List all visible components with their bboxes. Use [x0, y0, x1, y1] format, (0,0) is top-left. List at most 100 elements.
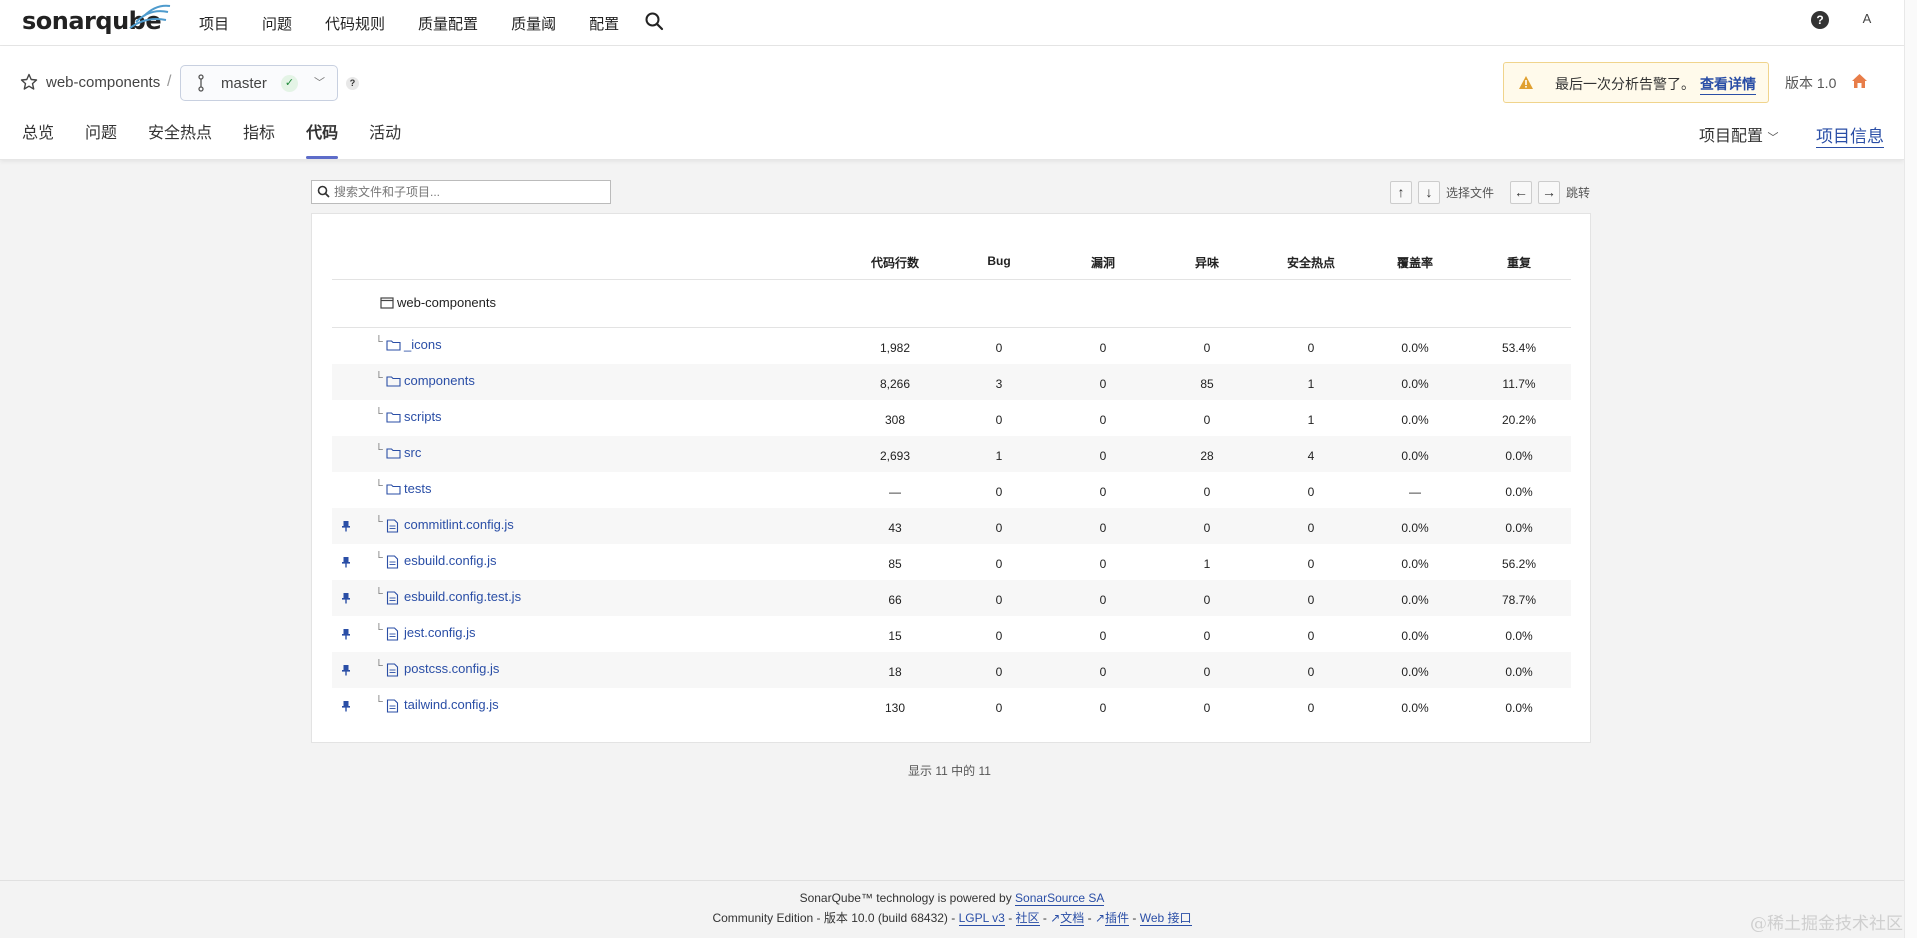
- nav-administration[interactable]: 配置: [589, 13, 619, 34]
- docs-link[interactable]: 文档: [1060, 911, 1085, 926]
- table-row[interactable]: └ esbuild.config.js 85 0 0 1 0 0.0% 56.2%: [332, 544, 1571, 580]
- cell-security-hotspots[interactable]: 4: [1266, 449, 1356, 463]
- cell-bugs[interactable]: 0: [954, 485, 1044, 499]
- nav-issues[interactable]: 问题: [262, 13, 292, 34]
- sonarsource-link[interactable]: SonarSource SA: [1015, 891, 1105, 906]
- file-link[interactable]: postcss.config.js: [404, 661, 499, 676]
- cell-vulnerabilities[interactable]: 0: [1058, 593, 1148, 607]
- cell-lines[interactable]: —: [850, 485, 940, 499]
- table-row[interactable]: └ scripts 308 0 0 0 1 0.0% 20.2%: [332, 400, 1571, 436]
- cell-security-hotspots[interactable]: 0: [1266, 701, 1356, 715]
- cell-bugs[interactable]: 0: [954, 341, 1044, 355]
- file-link[interactable]: tailwind.config.js: [404, 697, 499, 712]
- tab-code[interactable]: 代码: [306, 119, 339, 159]
- pin-icon[interactable]: [340, 700, 352, 712]
- cell-lines[interactable]: 130: [850, 701, 940, 715]
- cell-security-hotspots[interactable]: 0: [1266, 665, 1356, 679]
- table-row[interactable]: └ tests —0 0 0 0—0.0%: [332, 472, 1571, 508]
- cell-vulnerabilities[interactable]: 0: [1058, 701, 1148, 715]
- folder-link[interactable]: _icons: [404, 337, 442, 352]
- column-header-vulnerabilities[interactable]: 漏洞: [1058, 254, 1148, 271]
- cell-vulnerabilities[interactable]: 0: [1058, 557, 1148, 571]
- table-row[interactable]: └ commitlint.config.js 43 0 0 0 0 0.0% 0.0%: [332, 508, 1571, 544]
- column-header-duplications[interactable]: 重复: [1474, 254, 1564, 271]
- folder-link[interactable]: components: [404, 373, 475, 388]
- cell-vulnerabilities[interactable]: 0: [1058, 629, 1148, 643]
- page-scrollbar[interactable]: [1904, 0, 1917, 938]
- sonarqube-logo[interactable]: sonarqube: [22, 4, 171, 36]
- cell-security-hotspots[interactable]: 0: [1266, 521, 1356, 535]
- branch-selector[interactable]: master ✓ ﹀: [180, 65, 338, 101]
- nav-rules[interactable]: 代码规则: [325, 13, 385, 34]
- table-row[interactable]: └ tailwind.config.js 130 0 0 0 0 0.0% 0.0%: [332, 688, 1571, 724]
- cell-vulnerabilities[interactable]: 0: [1058, 341, 1148, 355]
- cell-security-hotspots[interactable]: 0: [1266, 629, 1356, 643]
- cell-security-hotspots[interactable]: 0: [1266, 593, 1356, 607]
- cell-code-smells[interactable]: 0: [1162, 413, 1252, 427]
- web-api-link[interactable]: Web 接口: [1139, 911, 1192, 926]
- cell-bugs[interactable]: 3: [954, 377, 1044, 391]
- pin-icon[interactable]: [340, 628, 352, 640]
- cell-bugs[interactable]: 0: [954, 593, 1044, 607]
- file-link[interactable]: commitlint.config.js: [404, 517, 514, 532]
- cell-code-smells[interactable]: 0: [1162, 593, 1252, 607]
- cell-bugs[interactable]: 0: [954, 665, 1044, 679]
- cell-lines[interactable]: 8,266: [850, 377, 940, 391]
- pin-icon[interactable]: [340, 520, 352, 532]
- cell-vulnerabilities[interactable]: 0: [1058, 377, 1148, 391]
- branch-help-icon[interactable]: ?: [346, 77, 359, 90]
- cell-bugs[interactable]: 1: [954, 449, 1044, 463]
- tab-security-hotspots[interactable]: 安全热点: [148, 119, 212, 159]
- cell-bugs[interactable]: 0: [954, 701, 1044, 715]
- cell-code-smells[interactable]: 1: [1162, 557, 1252, 571]
- cell-code-smells[interactable]: 0: [1162, 485, 1252, 499]
- column-header-code-smells[interactable]: 异味: [1162, 254, 1252, 271]
- table-row[interactable]: └ _icons 1,982 0 0 0 0 0.0% 53.4%: [332, 328, 1571, 364]
- cell-vulnerabilities[interactable]: 0: [1058, 521, 1148, 535]
- cell-bugs[interactable]: 0: [954, 629, 1044, 643]
- nav-projects[interactable]: 项目: [199, 13, 229, 34]
- cell-lines[interactable]: 43: [850, 521, 940, 535]
- column-header-security-hotspots[interactable]: 安全热点: [1266, 254, 1356, 271]
- cell-lines[interactable]: 1,982: [850, 341, 940, 355]
- cell-vulnerabilities[interactable]: 0: [1058, 449, 1148, 463]
- community-link[interactable]: 社区: [1015, 911, 1040, 926]
- pin-icon[interactable]: [340, 556, 352, 568]
- cell-bugs[interactable]: 0: [954, 557, 1044, 571]
- cell-bugs[interactable]: 0: [954, 413, 1044, 427]
- cell-lines[interactable]: 66: [850, 593, 940, 607]
- search-icon[interactable]: [644, 11, 664, 31]
- warning-details-link[interactable]: 查看详情: [1700, 74, 1756, 95]
- tab-activity[interactable]: 活动: [369, 119, 401, 159]
- cell-code-smells[interactable]: 0: [1162, 341, 1252, 355]
- cell-security-hotspots[interactable]: 0: [1266, 485, 1356, 499]
- pin-icon[interactable]: [340, 592, 352, 604]
- search-input[interactable]: [334, 181, 604, 203]
- tab-overview[interactable]: 总览: [22, 119, 54, 159]
- cell-security-hotspots[interactable]: 0: [1266, 557, 1356, 571]
- project-settings-dropdown[interactable]: 项目配置 ﹀: [1699, 122, 1778, 146]
- cell-lines[interactable]: 308: [850, 413, 940, 427]
- cell-code-smells[interactable]: 0: [1162, 701, 1252, 715]
- cell-vulnerabilities[interactable]: 0: [1058, 485, 1148, 499]
- cell-code-smells[interactable]: 0: [1162, 629, 1252, 643]
- cell-security-hotspots[interactable]: 1: [1266, 377, 1356, 391]
- cell-lines[interactable]: 15: [850, 629, 940, 643]
- plugins-link[interactable]: 插件: [1105, 911, 1130, 926]
- cell-vulnerabilities[interactable]: 0: [1058, 665, 1148, 679]
- tab-issues[interactable]: 问题: [85, 119, 117, 159]
- file-link[interactable]: esbuild.config.test.js: [404, 589, 521, 604]
- license-link[interactable]: LGPL v3: [958, 911, 1005, 926]
- column-header-lines[interactable]: 代码行数: [850, 254, 940, 271]
- project-info-link[interactable]: 项目信息: [1816, 122, 1884, 148]
- cell-vulnerabilities[interactable]: 0: [1058, 413, 1148, 427]
- star-icon[interactable]: [20, 73, 38, 91]
- nav-quality-profiles[interactable]: 质量配置: [418, 13, 478, 34]
- cell-security-hotspots[interactable]: 1: [1266, 413, 1356, 427]
- cell-code-smells[interactable]: 0: [1162, 665, 1252, 679]
- file-link[interactable]: esbuild.config.js: [404, 553, 497, 568]
- column-header-coverage[interactable]: 覆盖率: [1370, 254, 1460, 271]
- pin-icon[interactable]: [340, 664, 352, 676]
- help-icon[interactable]: ?: [1811, 11, 1829, 29]
- table-row[interactable]: └ postcss.config.js 18 0 0 0 0 0.0% 0.0%: [332, 652, 1571, 688]
